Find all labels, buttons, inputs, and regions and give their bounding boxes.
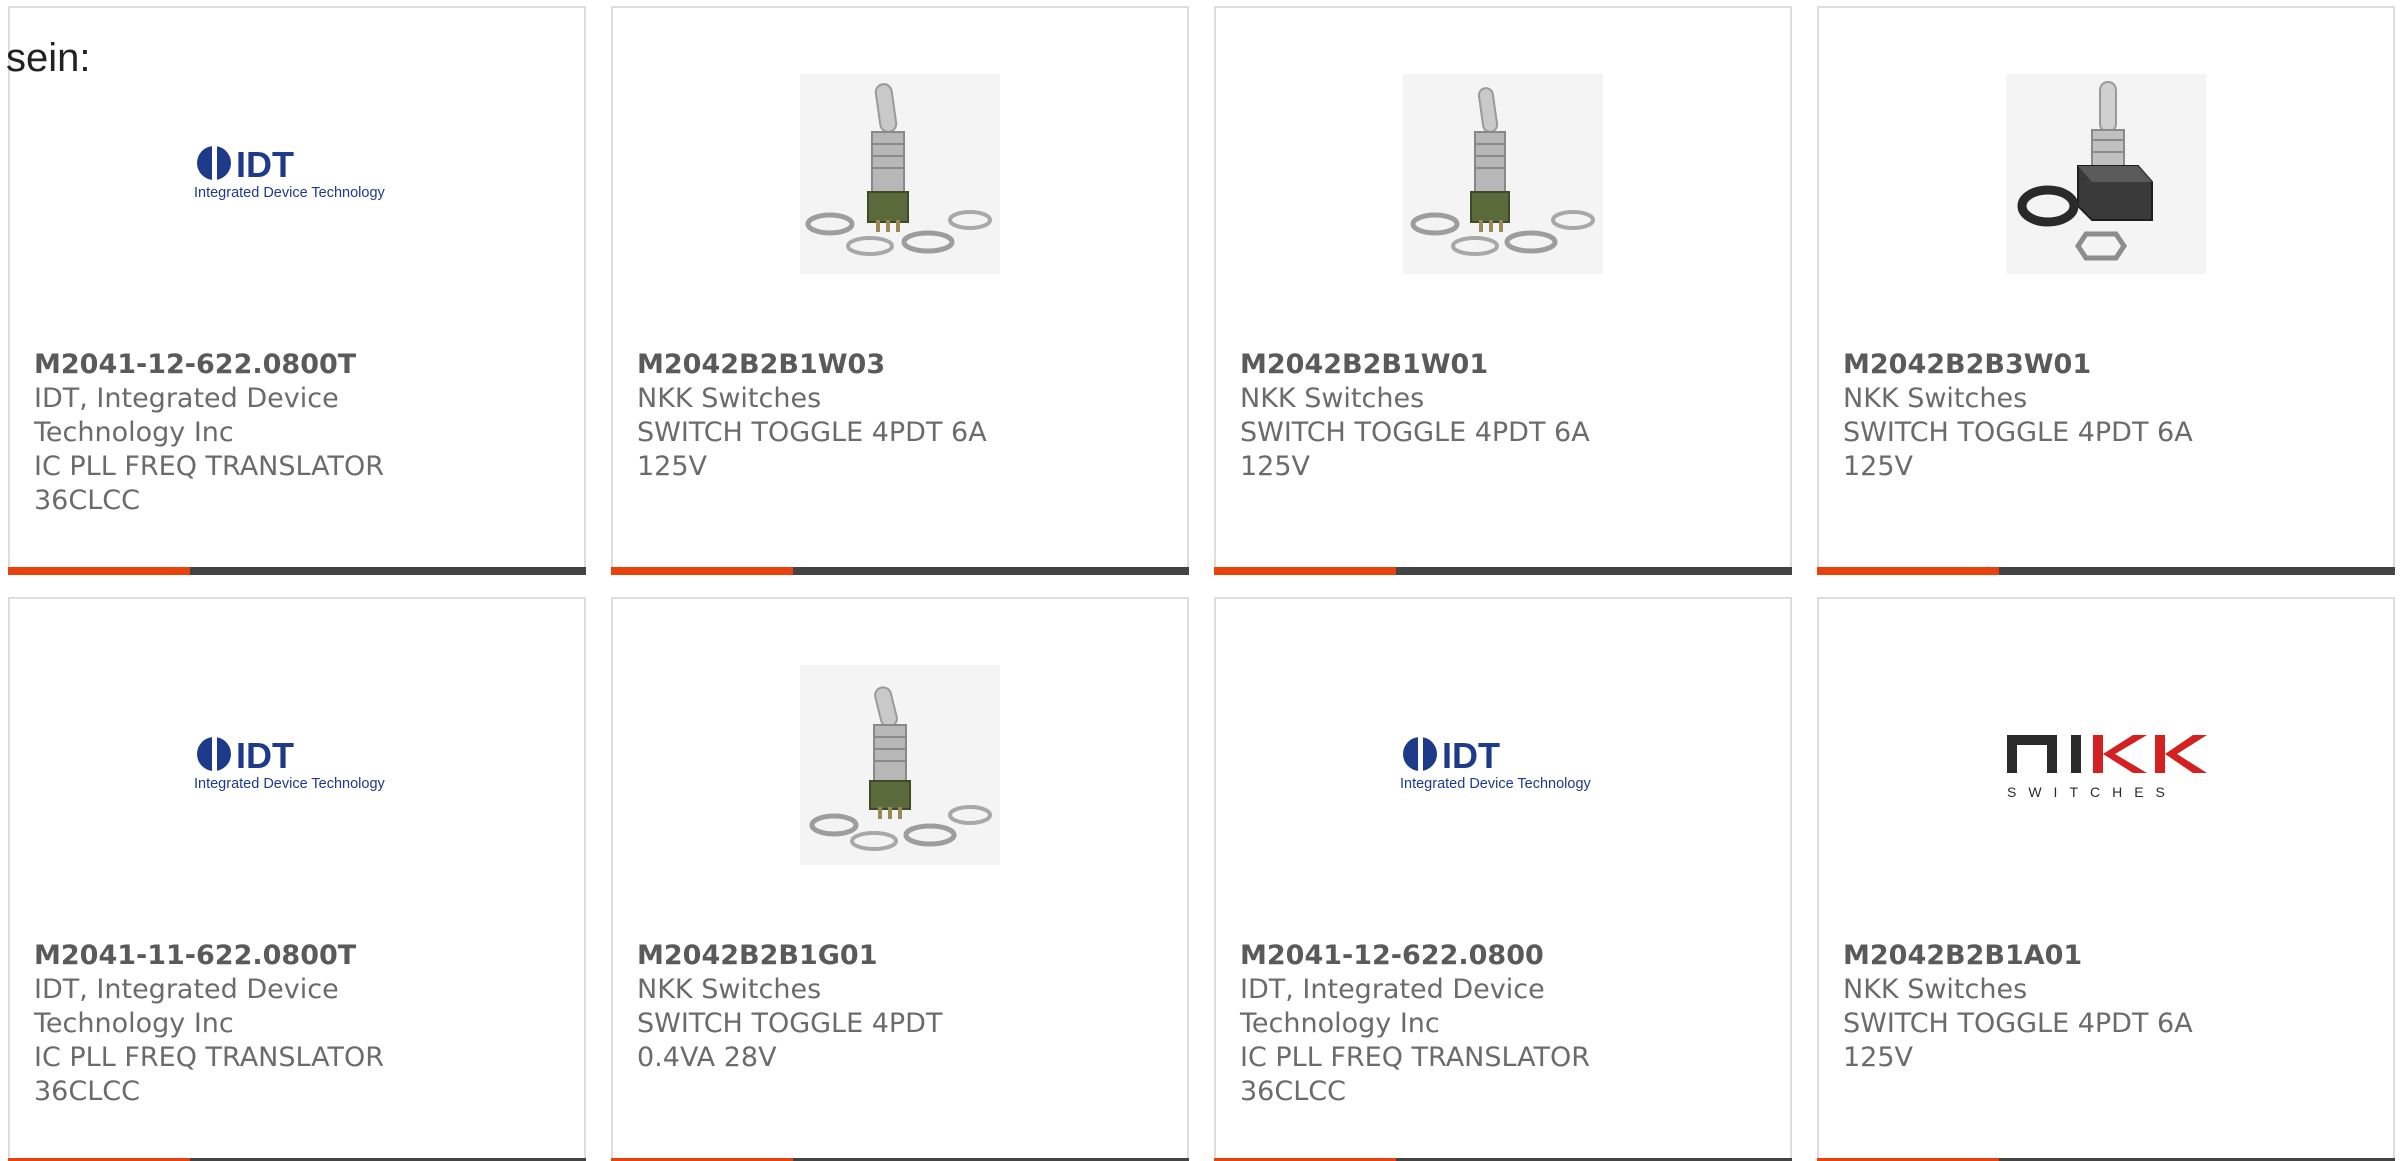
product-info: M2041-11-622.0800T IDT, Integrated Devic…: [34, 939, 394, 1109]
manufacturer: NKK Switches: [1843, 974, 2028, 1005]
part-number[interactable]: M2042B2B1G01: [637, 939, 997, 973]
svg-text:Integrated Device Technology: Integrated Device Technology: [194, 185, 386, 201]
product-image[interactable]: [1216, 74, 1790, 274]
part-number[interactable]: M2041-12-622.0800T: [34, 348, 394, 382]
description: SWITCH TOGGLE 4PDT 0.4VA 28V: [637, 1008, 943, 1073]
idt-logo-icon: IDT Integrated Device Technology: [194, 144, 386, 201]
product-image[interactable]: IDT Integrated Device Technology: [1216, 665, 1790, 865]
description: IC PLL FREQ TRANSLATOR 36CLCC: [1240, 1042, 1591, 1107]
product-image[interactable]: [613, 74, 1187, 274]
product-info: M2041-12-622.0800 IDT, Integrated Device…: [1240, 939, 1600, 1109]
part-number[interactable]: M2041-12-622.0800: [1240, 939, 1600, 973]
part-number[interactable]: M2042B2B1A01: [1843, 939, 2203, 973]
manufacturer: NKK Switches: [637, 383, 822, 414]
card-accent-bar: [611, 567, 1189, 575]
manufacturer: IDT, Integrated Device Technology Inc: [34, 383, 339, 448]
product-card[interactable]: M2042B2B1W01 NKK Switches SWITCH TOGGLE …: [1214, 6, 1792, 575]
toggle-switch-icon: [800, 665, 1000, 865]
product-card[interactable]: IDT Integrated Device Technology M2041-1…: [8, 597, 586, 1161]
product-grid: IDT Integrated Device Technology M2041-1…: [8, 6, 2400, 1161]
manufacturer: IDT, Integrated Device Technology Inc: [1240, 974, 1545, 1039]
product-info: M2041-12-622.0800T IDT, Integrated Devic…: [34, 348, 394, 518]
description: IC PLL FREQ TRANSLATOR 36CLCC: [34, 451, 385, 516]
product-image[interactable]: IDT Integrated Device Technology: [10, 665, 584, 865]
product-card[interactable]: M2042B2B1W03 NKK Switches SWITCH TOGGLE …: [611, 6, 1189, 575]
product-card[interactable]: M2042B2B1G01 NKK Switches SWITCH TOGGLE …: [611, 597, 1189, 1161]
svg-text:Integrated Device Technology: Integrated Device Technology: [1400, 776, 1592, 792]
manufacturer: IDT, Integrated Device Technology Inc: [34, 974, 339, 1039]
svg-text:Integrated Device Technology: Integrated Device Technology: [194, 776, 386, 792]
product-info: M2042B2B1W01 NKK Switches SWITCH TOGGLE …: [1240, 348, 1600, 484]
description: SWITCH TOGGLE 4PDT 6A 125V: [1843, 417, 2193, 482]
part-number[interactable]: M2041-11-622.0800T: [34, 939, 394, 973]
description: IC PLL FREQ TRANSLATOR 36CLCC: [34, 1042, 385, 1107]
product-card[interactable]: IDT Integrated Device Technology M2041-1…: [8, 6, 586, 575]
card-accent-bar: [1817, 567, 2395, 575]
nkk-logo-icon: SWITCHES: [2007, 735, 2207, 800]
part-number[interactable]: M2042B2B3W01: [1843, 348, 2203, 382]
product-card[interactable]: IDT Integrated Device Technology M2041-1…: [1214, 597, 1792, 1161]
part-number[interactable]: M2042B2B1W01: [1240, 348, 1600, 382]
idt-logo-icon: IDT Integrated Device Technology: [194, 735, 386, 792]
product-info: M2042B2B3W01 NKK Switches SWITCH TOGGLE …: [1843, 348, 2203, 484]
manufacturer: NKK Switches: [637, 974, 822, 1005]
product-image[interactable]: [613, 665, 1187, 865]
svg-text:IDT: IDT: [236, 735, 294, 776]
toggle-switch-icon: [1403, 74, 1603, 274]
description: SWITCH TOGGLE 4PDT 6A 125V: [1240, 417, 1590, 482]
idt-logo-icon: IDT Integrated Device Technology: [1400, 735, 1592, 792]
manufacturer: NKK Switches: [1240, 383, 1425, 414]
product-card[interactable]: M2042B2B3W01 NKK Switches SWITCH TOGGLE …: [1817, 6, 2395, 575]
product-image[interactable]: SWITCHES: [1819, 665, 2393, 865]
description: SWITCH TOGGLE 4PDT 6A 125V: [637, 417, 987, 482]
svg-text:IDT: IDT: [236, 144, 294, 185]
product-card[interactable]: SWITCHES M2042B2B1A01 NKK Switches SWITC…: [1817, 597, 2395, 1161]
product-info: M2042B2B1G01 NKK Switches SWITCH TOGGLE …: [637, 939, 997, 1075]
product-image[interactable]: IDT Integrated Device Technology: [10, 74, 584, 274]
card-accent-bar: [8, 567, 586, 575]
toggle-switch-icon: [800, 74, 1000, 274]
svg-text:SWITCHES: SWITCHES: [2007, 784, 2177, 800]
lead-text: sein:: [6, 36, 91, 80]
product-image[interactable]: [1819, 74, 2393, 274]
description: SWITCH TOGGLE 4PDT 6A 125V: [1843, 1008, 2193, 1073]
page: sein: IDT Integrated Device Technology M…: [0, 0, 2400, 1161]
product-info: M2042B2B1A01 NKK Switches SWITCH TOGGLE …: [1843, 939, 2203, 1075]
toggle-switch-icon: [2006, 74, 2206, 274]
card-accent-bar: [1214, 567, 1792, 575]
part-number[interactable]: M2042B2B1W03: [637, 348, 997, 382]
product-info: M2042B2B1W03 NKK Switches SWITCH TOGGLE …: [637, 348, 997, 484]
svg-text:IDT: IDT: [1442, 735, 1500, 776]
manufacturer: NKK Switches: [1843, 383, 2028, 414]
